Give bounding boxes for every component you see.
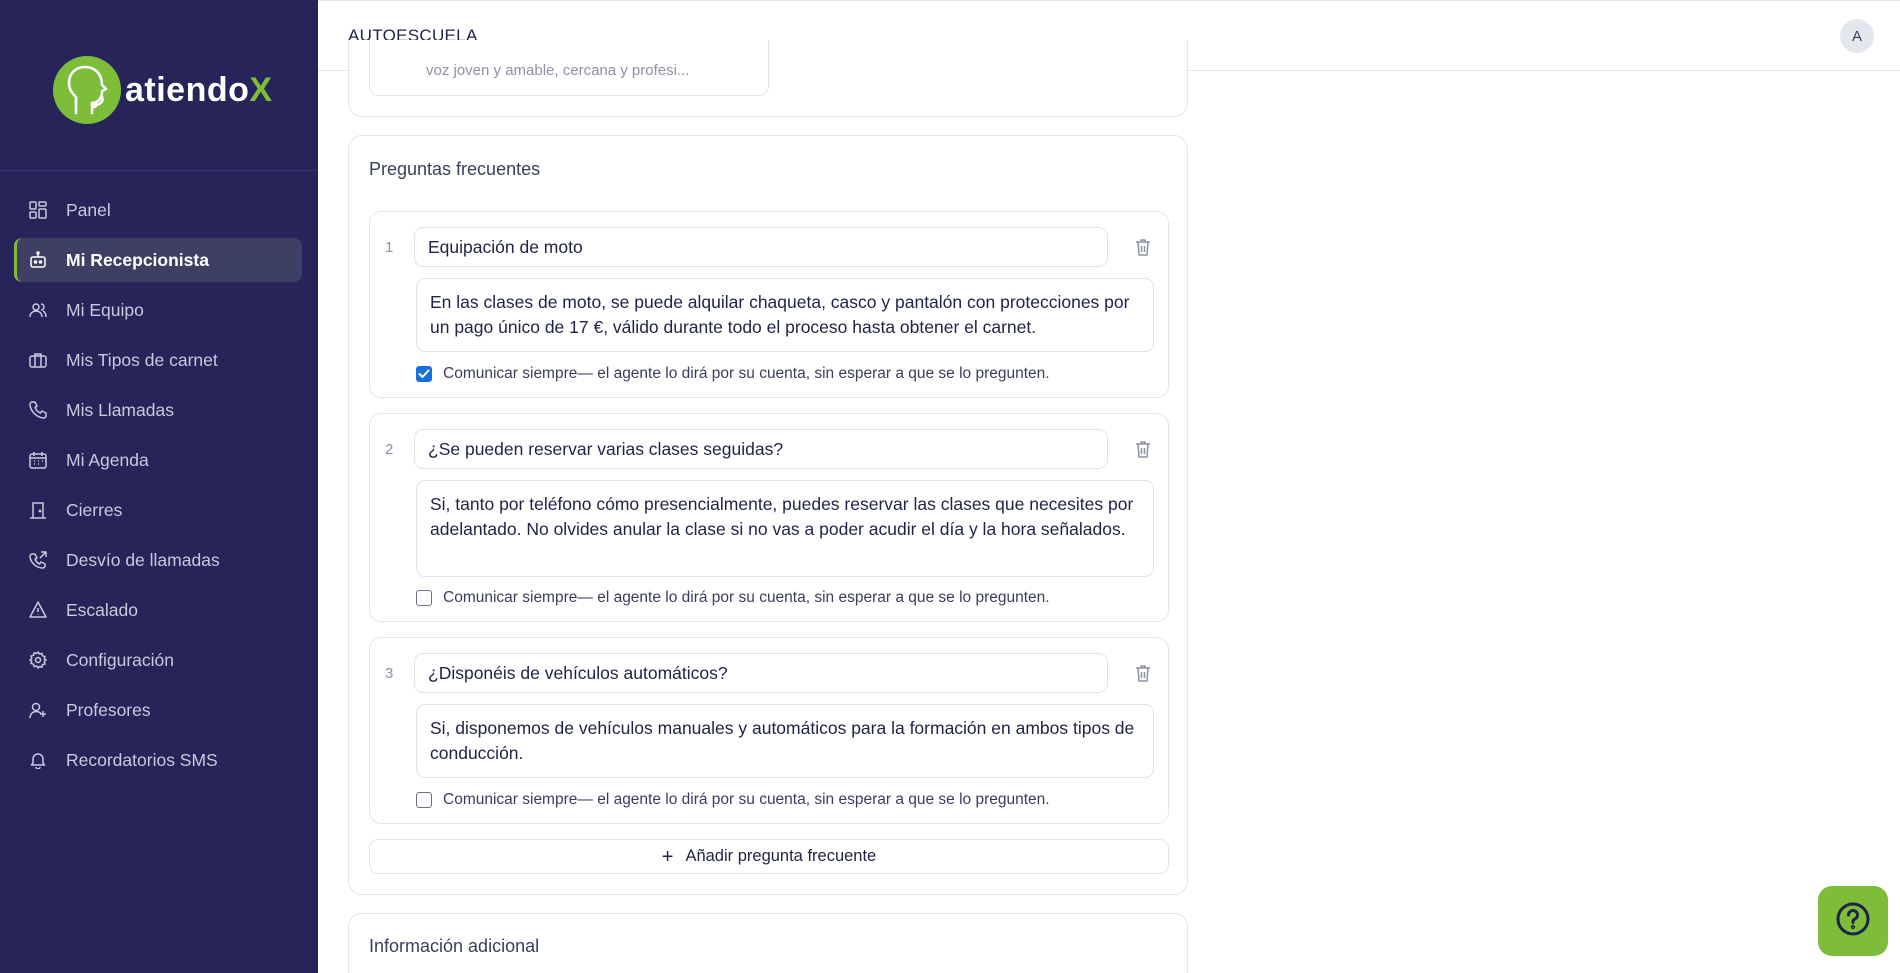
sidebar-item-profesores[interactable]: Profesores	[14, 688, 302, 732]
sidebar-item-mi-equipo[interactable]: Mi Equipo	[14, 288, 302, 332]
additional-info-card: Información adicional	[348, 913, 1188, 973]
robot-icon	[28, 250, 48, 270]
sidebar-item-mis-tipos-de-carnet[interactable]: Mis Tipos de carnet	[14, 338, 302, 382]
faq-item: 3 ¿Disponéis de vehículos automáticos? S…	[369, 637, 1169, 824]
sidebar-item-label: Mi Equipo	[66, 299, 144, 320]
sidebar-item-label: Desvío de llamadas	[66, 549, 220, 570]
always-communicate-checkbox[interactable]	[416, 792, 432, 808]
always-description: — el agente lo dirá por su cuenta, sin e…	[577, 365, 1050, 382]
always-label: Comunicar siempre	[443, 365, 578, 382]
faq-question-input[interactable]: ¿Disponéis de vehículos automáticos?	[414, 653, 1108, 693]
faq-card: Preguntas frecuentes 1 Equipación de mot…	[348, 135, 1188, 895]
help-button[interactable]	[1818, 886, 1888, 956]
voice-description: voz joven y amable, cercana y profesi...	[426, 62, 690, 79]
warning-icon	[28, 600, 48, 620]
calendar-icon	[28, 450, 48, 470]
sidebar-item-cierres[interactable]: Cierres	[14, 488, 302, 532]
faq-answer-textarea[interactable]: Si, disponemos de vehículos manuales y a…	[416, 704, 1154, 778]
sidebar-item-label: Mi Agenda	[66, 449, 149, 470]
sidebar-item-label: Configuración	[66, 649, 174, 670]
trash-icon[interactable]	[1132, 438, 1154, 460]
sidebar: atiendoX Panel Mi Recepcionista Mi Equip…	[0, 0, 318, 973]
sidebar-item-recordatorios-sms[interactable]: Recordatorios SMS	[14, 738, 302, 782]
additional-info-title: Información adicional	[369, 936, 540, 956]
sidebar-item-escalado[interactable]: Escalado	[14, 588, 302, 632]
faq-item: 1 Equipación de moto En las clases de mo…	[369, 211, 1169, 398]
voice-option[interactable]: voz joven y amable, cercana y profesi...	[369, 40, 769, 96]
dashboard-icon	[28, 200, 48, 220]
sidebar-item-label: Cierres	[66, 499, 123, 520]
help-icon	[1835, 901, 1871, 942]
sidebar-item-label: Profesores	[66, 699, 151, 720]
sidebar-item-configuracion[interactable]: Configuración	[14, 638, 302, 682]
sidebar-item-label: Mis Llamadas	[66, 399, 174, 420]
faq-question-input[interactable]: Equipación de moto	[414, 227, 1108, 267]
add-faq-button[interactable]: + Añadir pregunta frecuente	[369, 839, 1169, 874]
briefcase-icon	[28, 350, 48, 370]
phone-icon	[28, 400, 48, 420]
sidebar-item-label: Recordatorios SMS	[66, 749, 218, 770]
sidebar-divider	[0, 170, 318, 171]
always-communicate-row[interactable]: Comunicar siempre — el agente lo dirá po…	[416, 589, 1050, 607]
sidebar-item-label: Escalado	[66, 599, 138, 620]
always-description: — el agente lo dirá por su cuenta, sin e…	[577, 791, 1050, 808]
faq-number: 1	[385, 239, 394, 256]
sidebar-item-mis-llamadas[interactable]: Mis Llamadas	[14, 388, 302, 432]
faq-answer-textarea[interactable]: Si, tanto por teléfono cómo presencialme…	[416, 480, 1154, 577]
head-headset-icon	[53, 56, 121, 124]
sidebar-item-panel[interactable]: Panel	[14, 188, 302, 232]
always-communicate-checkbox[interactable]	[416, 590, 432, 606]
user-plus-icon	[28, 700, 48, 720]
trash-icon[interactable]	[1132, 236, 1154, 258]
faq-item: 2 ¿Se pueden reservar varias clases segu…	[369, 413, 1169, 622]
sidebar-item-label: Panel	[66, 199, 111, 220]
bell-icon	[28, 750, 48, 770]
users-icon	[28, 300, 48, 320]
faq-title: Preguntas frecuentes	[369, 159, 541, 179]
phone-forward-icon	[28, 550, 48, 570]
voice-settings-card: voz joven y amable, cercana y profesi...	[348, 40, 1188, 117]
faq-question-input[interactable]: ¿Se pueden reservar varias clases seguid…	[414, 429, 1108, 469]
plus-icon: +	[661, 845, 674, 868]
sidebar-item-mi-recepcionista[interactable]: Mi Recepcionista	[14, 238, 302, 282]
add-faq-label: Añadir pregunta frecuente	[685, 847, 877, 865]
faq-number: 3	[385, 665, 394, 682]
faq-number: 2	[385, 441, 394, 458]
faq-answer-textarea[interactable]: En las clases de moto, se puede alquilar…	[416, 278, 1154, 352]
sidebar-nav: Panel Mi Recepcionista Mi Equipo Mis Tip…	[14, 188, 302, 788]
trash-icon[interactable]	[1132, 662, 1154, 684]
brand-logo[interactable]: atiendoX	[53, 55, 273, 125]
door-icon	[28, 500, 48, 520]
sidebar-item-label: Mi Recepcionista	[66, 249, 209, 270]
sidebar-item-label: Mis Tipos de carnet	[66, 349, 218, 370]
sidebar-item-desvio-de-llamadas[interactable]: Desvío de llamadas	[14, 538, 302, 582]
always-communicate-row[interactable]: Comunicar siempre — el agente lo dirá po…	[416, 365, 1050, 383]
brand-name: atiendoX	[125, 70, 273, 109]
always-communicate-row[interactable]: Comunicar siempre — el agente lo dirá po…	[416, 791, 1050, 809]
always-communicate-checkbox[interactable]	[416, 366, 432, 382]
always-label: Comunicar siempre	[443, 791, 578, 808]
always-description: — el agente lo dirá por su cuenta, sin e…	[577, 589, 1050, 606]
gear-icon	[28, 650, 48, 670]
sidebar-item-mi-agenda[interactable]: Mi Agenda	[14, 438, 302, 482]
avatar[interactable]: A	[1840, 19, 1874, 53]
always-label: Comunicar siempre	[443, 589, 578, 606]
